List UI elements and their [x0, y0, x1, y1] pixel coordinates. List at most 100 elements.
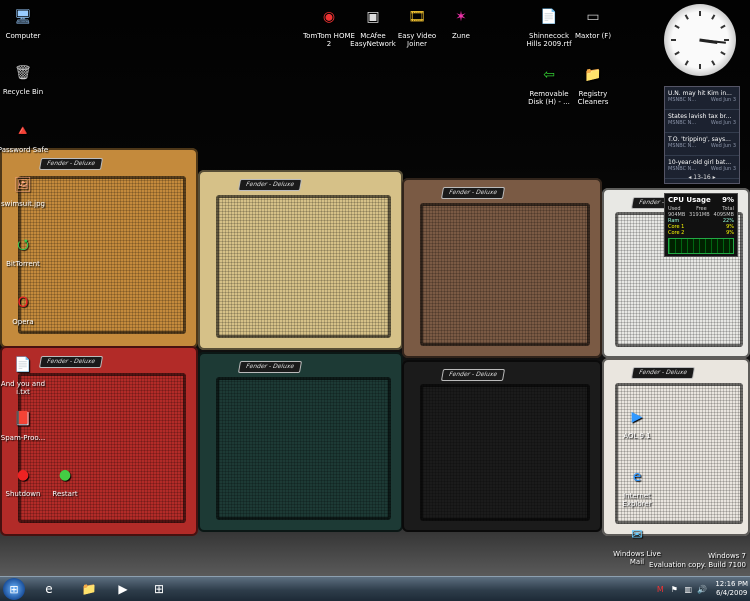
cpu-graph [668, 238, 734, 254]
clock-tick [699, 64, 701, 69]
news-story[interactable]: T.O. 'tripping', says... MSNBC N... Wed Ju… [665, 133, 739, 156]
taskbar: ⊞ e 📁 ▶ ⊞ M ⚑ ▥ 🔊 12:16 PM 6/4/2009 [0, 576, 750, 601]
clock-tick [724, 39, 729, 41]
icon-label: Opera [12, 318, 34, 326]
amp-grill [216, 195, 391, 338]
spam-proof-glyph-icon: 📕 [14, 411, 32, 427]
password-safe-icon[interactable]: 🔺 Password Safe [0, 118, 50, 154]
icon-label: And you and i.txt [0, 380, 46, 396]
amp-cabinet: Fender - Deluxe [402, 360, 602, 532]
recycle-bin-icon[interactable]: 🗑 Recycle Bin [0, 60, 50, 96]
icon-label: Registry Cleaners [577, 90, 609, 106]
clock-tick [711, 60, 716, 66]
zune-icon[interactable]: ✶ Zune [434, 4, 488, 40]
clock-tick [720, 24, 726, 29]
news-date: Wed Jun 3 [710, 97, 736, 103]
network-icon[interactable]: ▥ [683, 584, 693, 594]
taskbar-ie-icon[interactable]: e [36, 579, 62, 599]
clock-gadget[interactable] [664, 4, 736, 76]
news-date: Wed Jun 3 [710, 166, 736, 172]
internet-explorer-glyph-icon: e [632, 469, 642, 485]
amp-grill [420, 384, 590, 521]
news-stories: U.N. may hit Kim in... MSNBC N... Wed Jun … [665, 87, 739, 179]
clock-tick [699, 11, 701, 16]
windows-live-mail-glyph-icon: ✉ [631, 527, 643, 543]
spam-proof-icon[interactable]: 📕 Spam-Proo... [0, 406, 50, 442]
easy-video-joiner-glyph-icon: 🎞 [408, 9, 426, 25]
news-story[interactable]: U.N. may hit Kim in... MSNBC N... Wed Jun … [665, 87, 739, 110]
bittorrent-icon[interactable]: ⭯ BitTorrent [0, 232, 50, 268]
amp-cabinet: Fender - Deluxe [198, 170, 403, 350]
zune-glyph-icon: ✶ [455, 9, 467, 25]
amp-badge: Fender - Deluxe [440, 368, 506, 381]
maxtor-glyph-icon: ▭ [586, 9, 600, 25]
news-pager[interactable]: ◂ 13-16 ▸ [665, 174, 739, 181]
free-value: 3191MB [689, 212, 710, 218]
amp-cabinet: Fender - Deluxe [198, 352, 403, 532]
icon-label: Restart [52, 490, 78, 498]
you-and-i-icon[interactable]: 📄 And you and i.txt [0, 352, 50, 396]
clock-tick [671, 39, 676, 41]
registry-cleaners-glyph-icon: 📁 [584, 67, 602, 83]
clock-tick [674, 24, 680, 29]
opera-icon[interactable]: O Opera [0, 290, 50, 326]
windows-watermark: Windows 7 Evaluation copy. Build 7100 [649, 552, 746, 570]
aol-icon[interactable]: ▶ AOL 9.1 [610, 404, 664, 440]
volume-icon[interactable]: 🔊 [697, 584, 707, 594]
news-story[interactable]: States lavish tax br... MSNBC N... Wed Jun… [665, 110, 739, 133]
internet-explorer-icon[interactable]: e Internet Explorer [610, 464, 664, 508]
cpu-usage-gadget[interactable]: CPU Usage 9% Used Free Total 904MB 3191MB 409… [664, 193, 738, 257]
amp-badge: Fender - Deluxe [440, 187, 506, 199]
icon-label: AOL 9.1 [623, 432, 651, 440]
icon-label: Computer [5, 32, 41, 40]
news-date: Wed Jun 3 [710, 120, 736, 126]
flag-icon[interactable]: ⚑ [669, 584, 679, 594]
amp-badge: Fender - Deluxe [630, 366, 695, 379]
news-title: 10-year-old girl bat... [668, 159, 732, 166]
password-safe-glyph-icon: 🔺 [14, 123, 32, 139]
icon-label: swimsuit.jpg [1, 200, 45, 208]
tomtom-home-glyph-icon: ◉ [322, 9, 336, 25]
mcafee-easynetwork-glyph-icon: ▣ [366, 9, 380, 25]
registry-cleaners-icon[interactable]: 📁 Registry Cleaners [566, 62, 620, 106]
aol-glyph-icon: ▶ [631, 409, 643, 425]
computer-glyph-icon: 🖥 [14, 9, 32, 25]
taskbar-media-player-icon[interactable]: ▶ [110, 579, 136, 599]
icon-label: Zune [452, 32, 470, 40]
swimsuit-jpg-icon[interactable]: 🖼 swimsuit.jpg [0, 172, 50, 208]
amp-badge: Fender - Deluxe [38, 158, 103, 170]
you-and-i-glyph-icon: 📄 [14, 357, 32, 373]
shinnecock-hills-glyph-icon: 📄 [540, 9, 558, 25]
news-title: States lavish tax br... [668, 113, 732, 120]
taskbar-date: 6/4/2009 [715, 589, 748, 597]
computer-icon[interactable]: 🖥 Computer [0, 4, 50, 40]
cpu-percent: 9% [722, 196, 734, 204]
icon-label: Spam-Proo... [0, 434, 46, 442]
watermark-line2: Evaluation copy. Build 7100 [649, 561, 746, 569]
desktop: Fender - Deluxe Fender - Deluxe Fender - D… [0, 0, 750, 576]
bittorrent-glyph-icon: ⭯ [17, 237, 29, 253]
news-title: T.O. 'tripping', says... [668, 136, 731, 143]
icon-label: Maxtor (F) [574, 32, 612, 40]
amp-badge: Fender - Deluxe [237, 361, 303, 373]
taskbar-clock[interactable]: 12:16 PM 6/4/2009 [715, 580, 748, 598]
restart-icon[interactable]: ● Restart [38, 462, 92, 498]
taskbar-explorer-icon[interactable]: 📁 [76, 579, 102, 599]
watermark-line1: Windows 7 [708, 552, 746, 560]
opera-glyph-icon: O [17, 295, 29, 311]
amp-cabinet: Fender - Deluxe [602, 358, 750, 536]
icon-label: Password Safe [0, 146, 49, 154]
system-tray: M ⚑ ▥ 🔊 12:16 PM 6/4/2009 [655, 578, 748, 600]
removable-disk-glyph-icon: ⇦ [543, 67, 555, 83]
icon-label: Internet Explorer [622, 492, 652, 508]
start-button[interactable]: ⊞ [3, 578, 25, 600]
clock-tick [684, 14, 689, 20]
amp-cabinet: Fender - Deluxe [402, 178, 602, 358]
news-headlines-gadget[interactable]: U.N. may hit Kim in... MSNBC N... Wed Jun … [664, 86, 740, 184]
taskbar-windows-icon[interactable]: ⊞ [146, 579, 172, 599]
mcafee-tray-icon[interactable]: M [655, 584, 665, 594]
cpu-title: CPU Usage [668, 196, 711, 204]
restart-glyph-icon: ● [58, 467, 72, 483]
swimsuit-jpg-glyph-icon: 🖼 [14, 177, 32, 193]
maxtor-icon[interactable]: ▭ Maxtor (F) [566, 4, 620, 40]
